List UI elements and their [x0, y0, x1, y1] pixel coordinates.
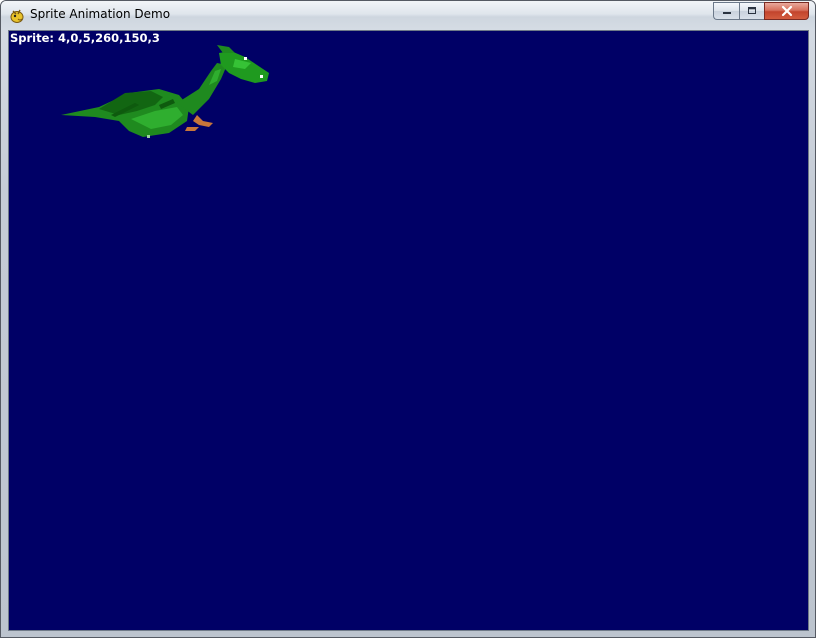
app-window: Sprite Animation Demo Sprite: 4,0,5,260,… — [0, 0, 816, 638]
close-icon — [780, 5, 794, 17]
minimize-button[interactable] — [713, 2, 739, 20]
minimize-icon — [721, 6, 733, 16]
caption-buttons — [713, 2, 809, 21]
title-bar[interactable]: Sprite Animation Demo — [1, 1, 815, 30]
pygame-snake-icon[interactable] — [9, 8, 25, 24]
maximize-button[interactable] — [739, 2, 764, 20]
maximize-icon — [746, 6, 758, 16]
sprite-info-label: Sprite: 4,0,5,260,150,3 — [10, 31, 160, 45]
game-canvas[interactable]: Sprite: 4,0,5,260,150,3 — [8, 30, 809, 631]
dragon-sprite — [61, 45, 269, 138]
window-title: Sprite Animation Demo — [30, 7, 171, 21]
close-button[interactable] — [764, 2, 809, 20]
